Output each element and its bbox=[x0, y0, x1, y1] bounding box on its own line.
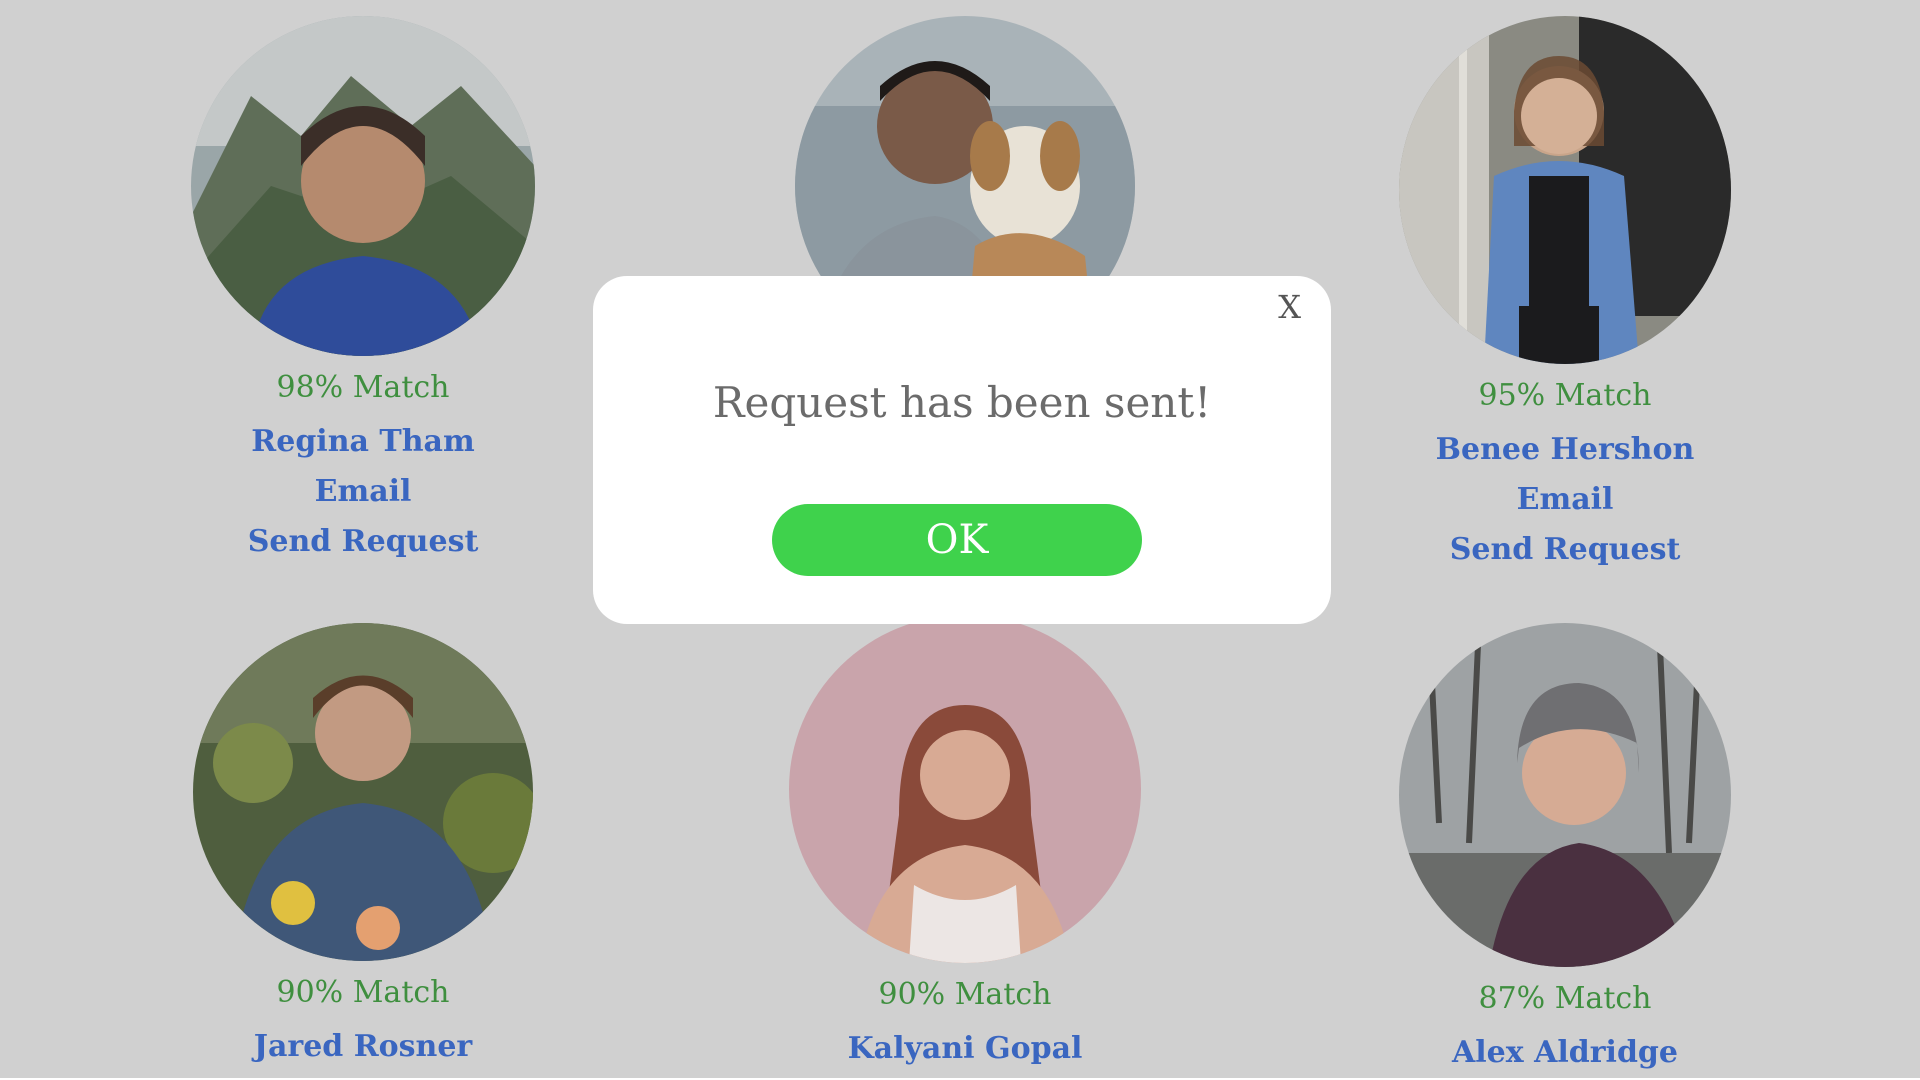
match-percentage: 90% Match bbox=[878, 977, 1052, 1012]
match-percentage: 98% Match bbox=[276, 370, 450, 405]
profile-name-link[interactable]: Kalyani Gopal bbox=[765, 1024, 1165, 1074]
profile-card: 90% Match Jared Rosner bbox=[163, 623, 563, 1072]
profile-photo bbox=[191, 16, 535, 356]
profile-photo bbox=[1399, 16, 1731, 364]
profile-card: 98% Match Regina Tham Email Send Request bbox=[163, 16, 563, 567]
send-request-link[interactable]: Send Request bbox=[1365, 525, 1765, 575]
profile-photo bbox=[193, 623, 533, 961]
match-percentage: 87% Match bbox=[1478, 981, 1652, 1016]
profile-photo bbox=[1399, 623, 1731, 967]
email-link[interactable]: Email bbox=[1365, 475, 1765, 525]
profile-name-link[interactable]: Benee Hershon bbox=[1365, 425, 1765, 475]
match-percentage: 95% Match bbox=[1478, 378, 1652, 413]
profile-photo bbox=[789, 615, 1141, 963]
profile-card: 87% Match Alex Aldridge bbox=[1365, 623, 1765, 1078]
matches-page: 98% Match Regina Tham Email Send Request bbox=[0, 0, 1920, 1080]
close-icon[interactable]: X bbox=[1278, 288, 1301, 326]
send-request-link[interactable]: Send Request bbox=[163, 517, 563, 567]
person-pink-wall-photo-icon bbox=[789, 615, 1141, 963]
person-in-garden-photo-icon bbox=[193, 623, 533, 961]
person-at-front-door-photo-icon bbox=[1399, 16, 1731, 364]
person-outdoors-mountains-photo-icon bbox=[191, 16, 535, 356]
ok-button[interactable]: OK bbox=[772, 504, 1142, 576]
profile-name-link[interactable]: Alex Aldridge bbox=[1365, 1028, 1765, 1078]
dialog-message: Request has been sent! bbox=[712, 378, 1212, 427]
profile-name-link[interactable]: Jared Rosner bbox=[163, 1022, 563, 1072]
person-in-beanie-trees-photo-icon bbox=[1399, 623, 1731, 967]
match-percentage: 90% Match bbox=[276, 975, 450, 1010]
email-link[interactable]: Email bbox=[163, 467, 563, 517]
profile-card: 90% Match Kalyani Gopal bbox=[765, 615, 1165, 1074]
request-sent-dialog: X Request has been sent! OK bbox=[593, 276, 1331, 624]
profile-card: 95% Match Benee Hershon Email Send Reque… bbox=[1365, 16, 1765, 575]
profile-name-link[interactable]: Regina Tham bbox=[163, 417, 563, 467]
